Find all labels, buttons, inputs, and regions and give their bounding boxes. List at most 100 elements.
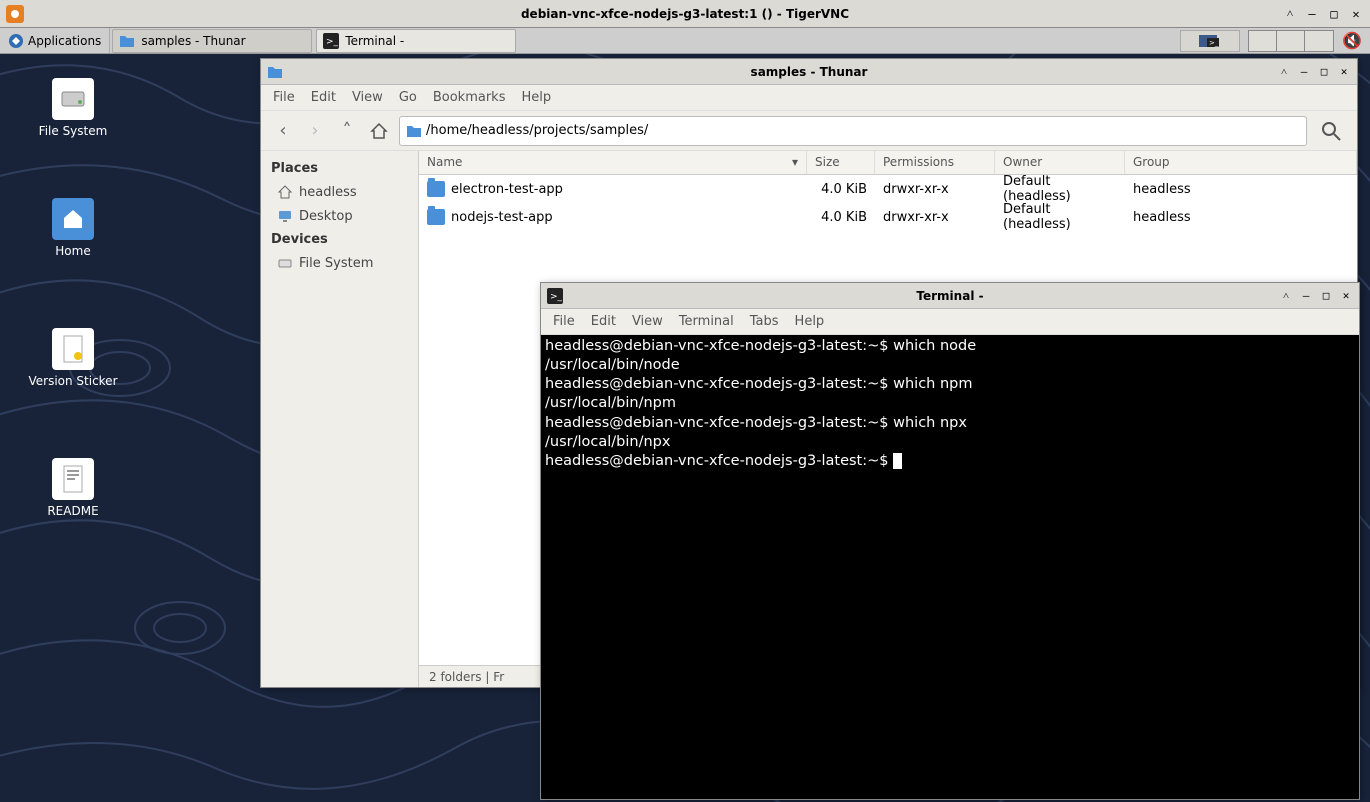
menu-file[interactable]: File	[553, 314, 575, 329]
folder-icon	[406, 123, 422, 139]
taskbar-item-terminal[interactable]: >_ Terminal -	[316, 29, 516, 53]
file-group: headless	[1125, 210, 1199, 225]
terminal-line: /usr/local/bin/npx	[545, 434, 670, 450]
sort-descending-icon: ▾	[792, 155, 798, 170]
path-input[interactable]: /home/headless/projects/samples/	[399, 116, 1307, 146]
terminal-titlebar[interactable]: >_ Terminal - ˄ – □ ✕	[541, 283, 1359, 309]
window-minimize-icon[interactable]: –	[1299, 289, 1313, 303]
folder-row[interactable]: nodejs-test-app 4.0 KiB drwxr-xr-x Defau…	[419, 203, 1357, 231]
window-maximize-icon[interactable]: □	[1317, 65, 1331, 79]
folder-row[interactable]: electron-test-app 4.0 KiB drwxr-xr-x Def…	[419, 175, 1357, 203]
workspace-3[interactable]	[1305, 31, 1333, 51]
tigervnc-icon	[6, 5, 24, 23]
desktop-icon-readme[interactable]: README	[28, 458, 118, 518]
terminal-window: >_ Terminal - ˄ – □ ✕ File Edit View Ter…	[540, 282, 1360, 800]
menu-help[interactable]: Help	[795, 314, 825, 329]
volume-muted-icon[interactable]: 🔇	[1342, 31, 1362, 50]
drive-icon	[52, 78, 94, 120]
desktop-icon-filesystem[interactable]: File System	[28, 78, 118, 138]
column-header-name[interactable]: Name▾	[419, 151, 807, 174]
sidebar-section-places: Places	[261, 157, 418, 180]
nav-back-icon[interactable]: ‹	[271, 119, 295, 143]
workspace-1[interactable]	[1249, 31, 1277, 51]
column-header-size[interactable]: Size	[807, 151, 875, 174]
vnc-maximize-icon[interactable]: □	[1326, 6, 1342, 22]
document-icon	[52, 328, 94, 370]
vnc-roll-up-icon[interactable]: ˄	[1282, 6, 1298, 22]
drive-icon	[277, 255, 293, 271]
terminal-icon: >_	[323, 33, 339, 49]
sidebar-item-desktop[interactable]: Desktop	[261, 204, 418, 228]
file-name: electron-test-app	[451, 182, 563, 197]
sidebar-item-headless[interactable]: headless	[261, 180, 418, 204]
search-icon[interactable]	[1315, 115, 1347, 147]
file-owner: Default (headless)	[995, 174, 1125, 204]
taskbar-item-label: Terminal -	[345, 34, 404, 48]
thunar-column-headers: Name▾ Size Permissions Owner Group	[419, 151, 1357, 175]
menu-view[interactable]: View	[632, 314, 663, 329]
desktop-icon-home[interactable]: Home	[28, 198, 118, 258]
folder-icon	[267, 64, 283, 80]
taskbar-item-thunar[interactable]: samples - Thunar	[112, 29, 312, 53]
terminal-line: headless@debian-vnc-xfce-nodejs-g3-lates…	[545, 415, 967, 431]
terminal-line: headless@debian-vnc-xfce-nodejs-g3-lates…	[545, 376, 972, 392]
sidebar-item-label: headless	[299, 185, 357, 200]
vnc-close-icon[interactable]: ✕	[1348, 6, 1364, 22]
folder-icon	[427, 209, 445, 225]
sidebar-item-filesystem[interactable]: File System	[261, 251, 418, 275]
svg-text:>_: >_	[550, 292, 563, 302]
menu-edit[interactable]: Edit	[591, 314, 616, 329]
thunar-titlebar[interactable]: samples - Thunar ˄ – □ ✕	[261, 59, 1357, 85]
folder-icon	[427, 181, 445, 197]
window-close-icon[interactable]: ✕	[1337, 65, 1351, 79]
xfce-logo-icon	[8, 33, 24, 49]
file-size: 4.0 KiB	[807, 182, 875, 197]
nav-home-icon[interactable]	[367, 119, 391, 143]
folder-icon	[119, 33, 135, 49]
desktop-icon-version-sticker[interactable]: Version Sticker	[28, 328, 118, 388]
workspace-switcher[interactable]	[1248, 30, 1334, 52]
window-close-icon[interactable]: ✕	[1339, 289, 1353, 303]
desktop-icon	[277, 208, 293, 224]
svg-text:>_: >_	[1209, 39, 1219, 47]
column-header-group[interactable]: Group	[1125, 151, 1357, 174]
nav-up-icon[interactable]: ˄	[335, 119, 359, 143]
vnc-minimize-icon[interactable]: –	[1304, 6, 1320, 22]
file-owner: Default (headless)	[995, 202, 1125, 232]
tray-applet[interactable]: >_	[1180, 30, 1240, 52]
file-name: nodejs-test-app	[451, 210, 553, 225]
terminal-icon: >_	[547, 288, 563, 304]
menu-go[interactable]: Go	[399, 90, 417, 105]
desktop: ACCETTO Applications samples - Thunar >_…	[0, 28, 1370, 802]
menu-tabs[interactable]: Tabs	[750, 314, 779, 329]
applications-menu-button[interactable]: Applications	[0, 28, 110, 53]
workspace-2[interactable]	[1277, 31, 1305, 51]
column-header-owner[interactable]: Owner	[995, 151, 1125, 174]
nav-forward-icon[interactable]: ›	[303, 119, 327, 143]
terminal-menubar: File Edit View Terminal Tabs Help	[541, 309, 1359, 335]
column-header-permissions[interactable]: Permissions	[875, 151, 995, 174]
desktop-icon-label: Home	[55, 244, 90, 258]
menu-file[interactable]: File	[273, 90, 295, 105]
terminal-cursor	[893, 453, 902, 469]
applications-menu-label: Applications	[28, 34, 101, 48]
desktop-icon-label: README	[47, 504, 98, 518]
vnc-window-title: debian-vnc-xfce-nodejs-g3-latest:1 () - …	[521, 7, 849, 21]
menu-help[interactable]: Help	[521, 90, 551, 105]
menu-view[interactable]: View	[352, 90, 383, 105]
terminal-line: headless@debian-vnc-xfce-nodejs-g3-lates…	[545, 453, 893, 469]
taskbar-item-label: samples - Thunar	[141, 34, 245, 48]
menu-edit[interactable]: Edit	[311, 90, 336, 105]
file-group: headless	[1125, 182, 1199, 197]
document-icon	[52, 458, 94, 500]
window-roll-up-icon[interactable]: ˄	[1277, 65, 1291, 79]
menu-terminal[interactable]: Terminal	[679, 314, 734, 329]
home-icon	[277, 184, 293, 200]
taskbar: Applications samples - Thunar >_ Termina…	[0, 28, 1370, 54]
window-maximize-icon[interactable]: □	[1319, 289, 1333, 303]
menu-bookmarks[interactable]: Bookmarks	[433, 90, 506, 105]
terminal-output[interactable]: headless@debian-vnc-xfce-nodejs-g3-lates…	[541, 335, 1359, 799]
window-minimize-icon[interactable]: –	[1297, 65, 1311, 79]
window-roll-up-icon[interactable]: ˄	[1279, 289, 1293, 303]
terminal-line: /usr/local/bin/npm	[545, 395, 676, 411]
